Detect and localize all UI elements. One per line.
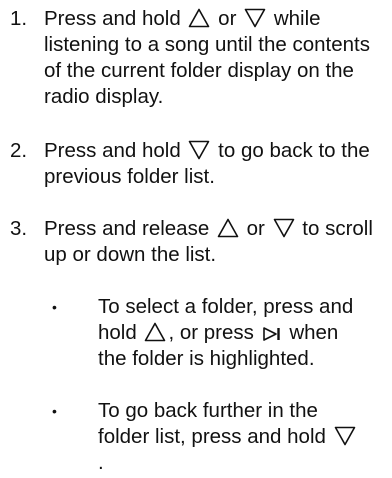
step-text: Press and hold or while listening to a s… (44, 7, 370, 108)
step-number: 2. (10, 139, 28, 162)
triangle-down-icon (334, 426, 356, 446)
bullet-marker: • (52, 403, 57, 419)
triangle-up-icon (217, 218, 239, 238)
triangle-down-icon (188, 140, 210, 160)
next-track-icon (262, 326, 282, 342)
bullet-text: To go back further in the folder list, p… (98, 398, 358, 476)
step-number: 3. (10, 217, 28, 240)
bullet-marker: • (52, 299, 57, 315)
triangle-up-icon (188, 8, 210, 28)
triangle-down-icon (273, 218, 295, 238)
step-number: 1. (10, 7, 28, 30)
triangle-down-icon (244, 8, 266, 28)
step-text: Press and hold to go back to the previou… (44, 139, 370, 188)
bullet-text: To select a folder, press and hold , or … (98, 295, 354, 370)
triangle-up-icon (144, 322, 166, 342)
step-text: Press and release or to scroll up or dow… (44, 217, 373, 266)
